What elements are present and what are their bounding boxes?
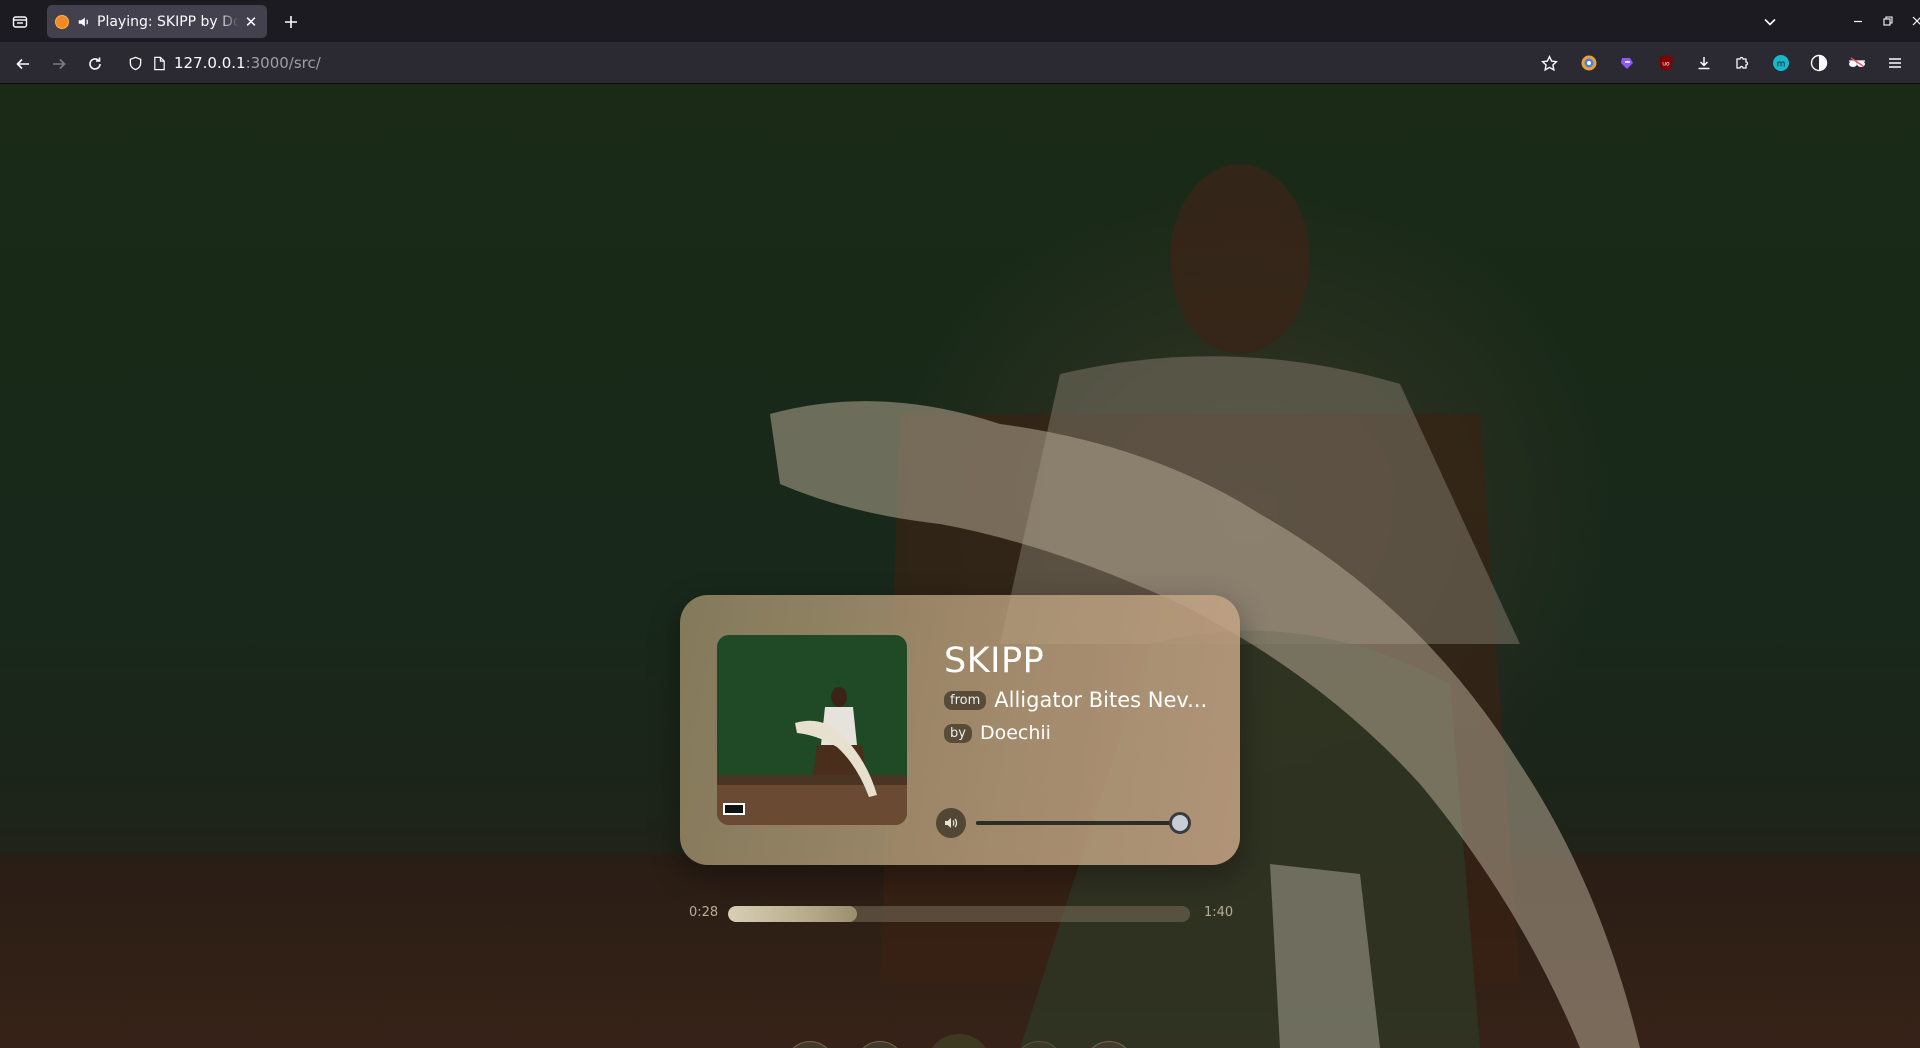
by-tag: by <box>944 723 972 743</box>
reload-icon[interactable] <box>81 50 109 78</box>
orange-circle-icon <box>55 14 69 29</box>
page-content: SKIPP from Alligator Bites Nev... by Doe… <box>0 84 1920 1048</box>
ublock-icon[interactable]: uo <box>1655 52 1677 74</box>
progress-bar[interactable] <box>728 906 1190 922</box>
album-row: from Alligator Bites Nev... <box>944 688 1207 712</box>
chevron-down-icon[interactable] <box>1757 9 1783 35</box>
minimize-icon[interactable] <box>1843 6 1873 36</box>
volume-slider[interactable] <box>976 812 1191 834</box>
tab-title: Playing: SKIPP by Doechii <box>97 13 239 30</box>
volume-icon[interactable] <box>936 808 966 838</box>
hamburger-menu-icon[interactable] <box>1884 52 1906 74</box>
background-album-artwork <box>0 164 1920 1048</box>
page-icon <box>150 54 168 72</box>
volume-fill <box>976 821 1180 825</box>
dark-mode-extension-icon[interactable] <box>1808 52 1830 74</box>
teal-m-extension-icon[interactable]: m <box>1770 52 1792 74</box>
navigation-bar: 127.0.0.1:3000/src/ uo m <box>0 42 1920 84</box>
progress-fill <box>728 906 858 922</box>
firefox-view-icon[interactable] <box>8 10 32 34</box>
tab-bar: Playing: SKIPP by Doechii ✕ <box>0 0 1920 42</box>
song-title: SKIPP <box>944 641 1045 681</box>
artist-row: by Doechii <box>944 722 1051 744</box>
active-tab[interactable]: Playing: SKIPP by Doechii ✕ <box>47 5 267 38</box>
close-tab-icon[interactable]: ✕ <box>243 13 259 31</box>
extensions-puzzle-icon[interactable] <box>1731 52 1753 74</box>
shield-icon[interactable] <box>126 54 144 72</box>
svg-text:m: m <box>1777 60 1786 70</box>
volume-thumb[interactable] <box>1168 812 1191 834</box>
colorful-extension-icon[interactable] <box>1578 52 1600 74</box>
current-time: 0:28 <box>689 905 719 920</box>
forward-arrow-icon[interactable] <box>45 50 73 78</box>
sunglasses-extension-icon[interactable] <box>1846 52 1868 74</box>
speaker-icon[interactable] <box>77 15 91 29</box>
artist-name: Doechii <box>979 722 1051 744</box>
album-name: Alligator Bites Nev... <box>994 688 1208 712</box>
restore-icon[interactable] <box>1873 6 1903 36</box>
new-tab-icon[interactable] <box>279 10 303 34</box>
url-path: :3000/src/ <box>245 54 321 72</box>
svg-text:uo: uo <box>1662 61 1670 68</box>
back-arrow-icon[interactable] <box>9 50 37 78</box>
purple-extension-icon[interactable] <box>1616 52 1638 74</box>
player-card: SKIPP from Alligator Bites Nev... by Doe… <box>680 595 1240 865</box>
url-bar[interactable]: 127.0.0.1:3000/src/ <box>118 47 1568 79</box>
download-icon[interactable] <box>1693 52 1715 74</box>
album-cover <box>717 635 907 825</box>
url-host: 127.0.0.1 <box>174 54 246 72</box>
close-window-icon[interactable] <box>1902 6 1920 36</box>
from-tag: from <box>944 690 987 710</box>
total-time: 1:40 <box>1204 905 1234 920</box>
bookmark-star-icon[interactable] <box>1538 52 1560 74</box>
url-text: 127.0.0.1:3000/src/ <box>174 54 321 72</box>
